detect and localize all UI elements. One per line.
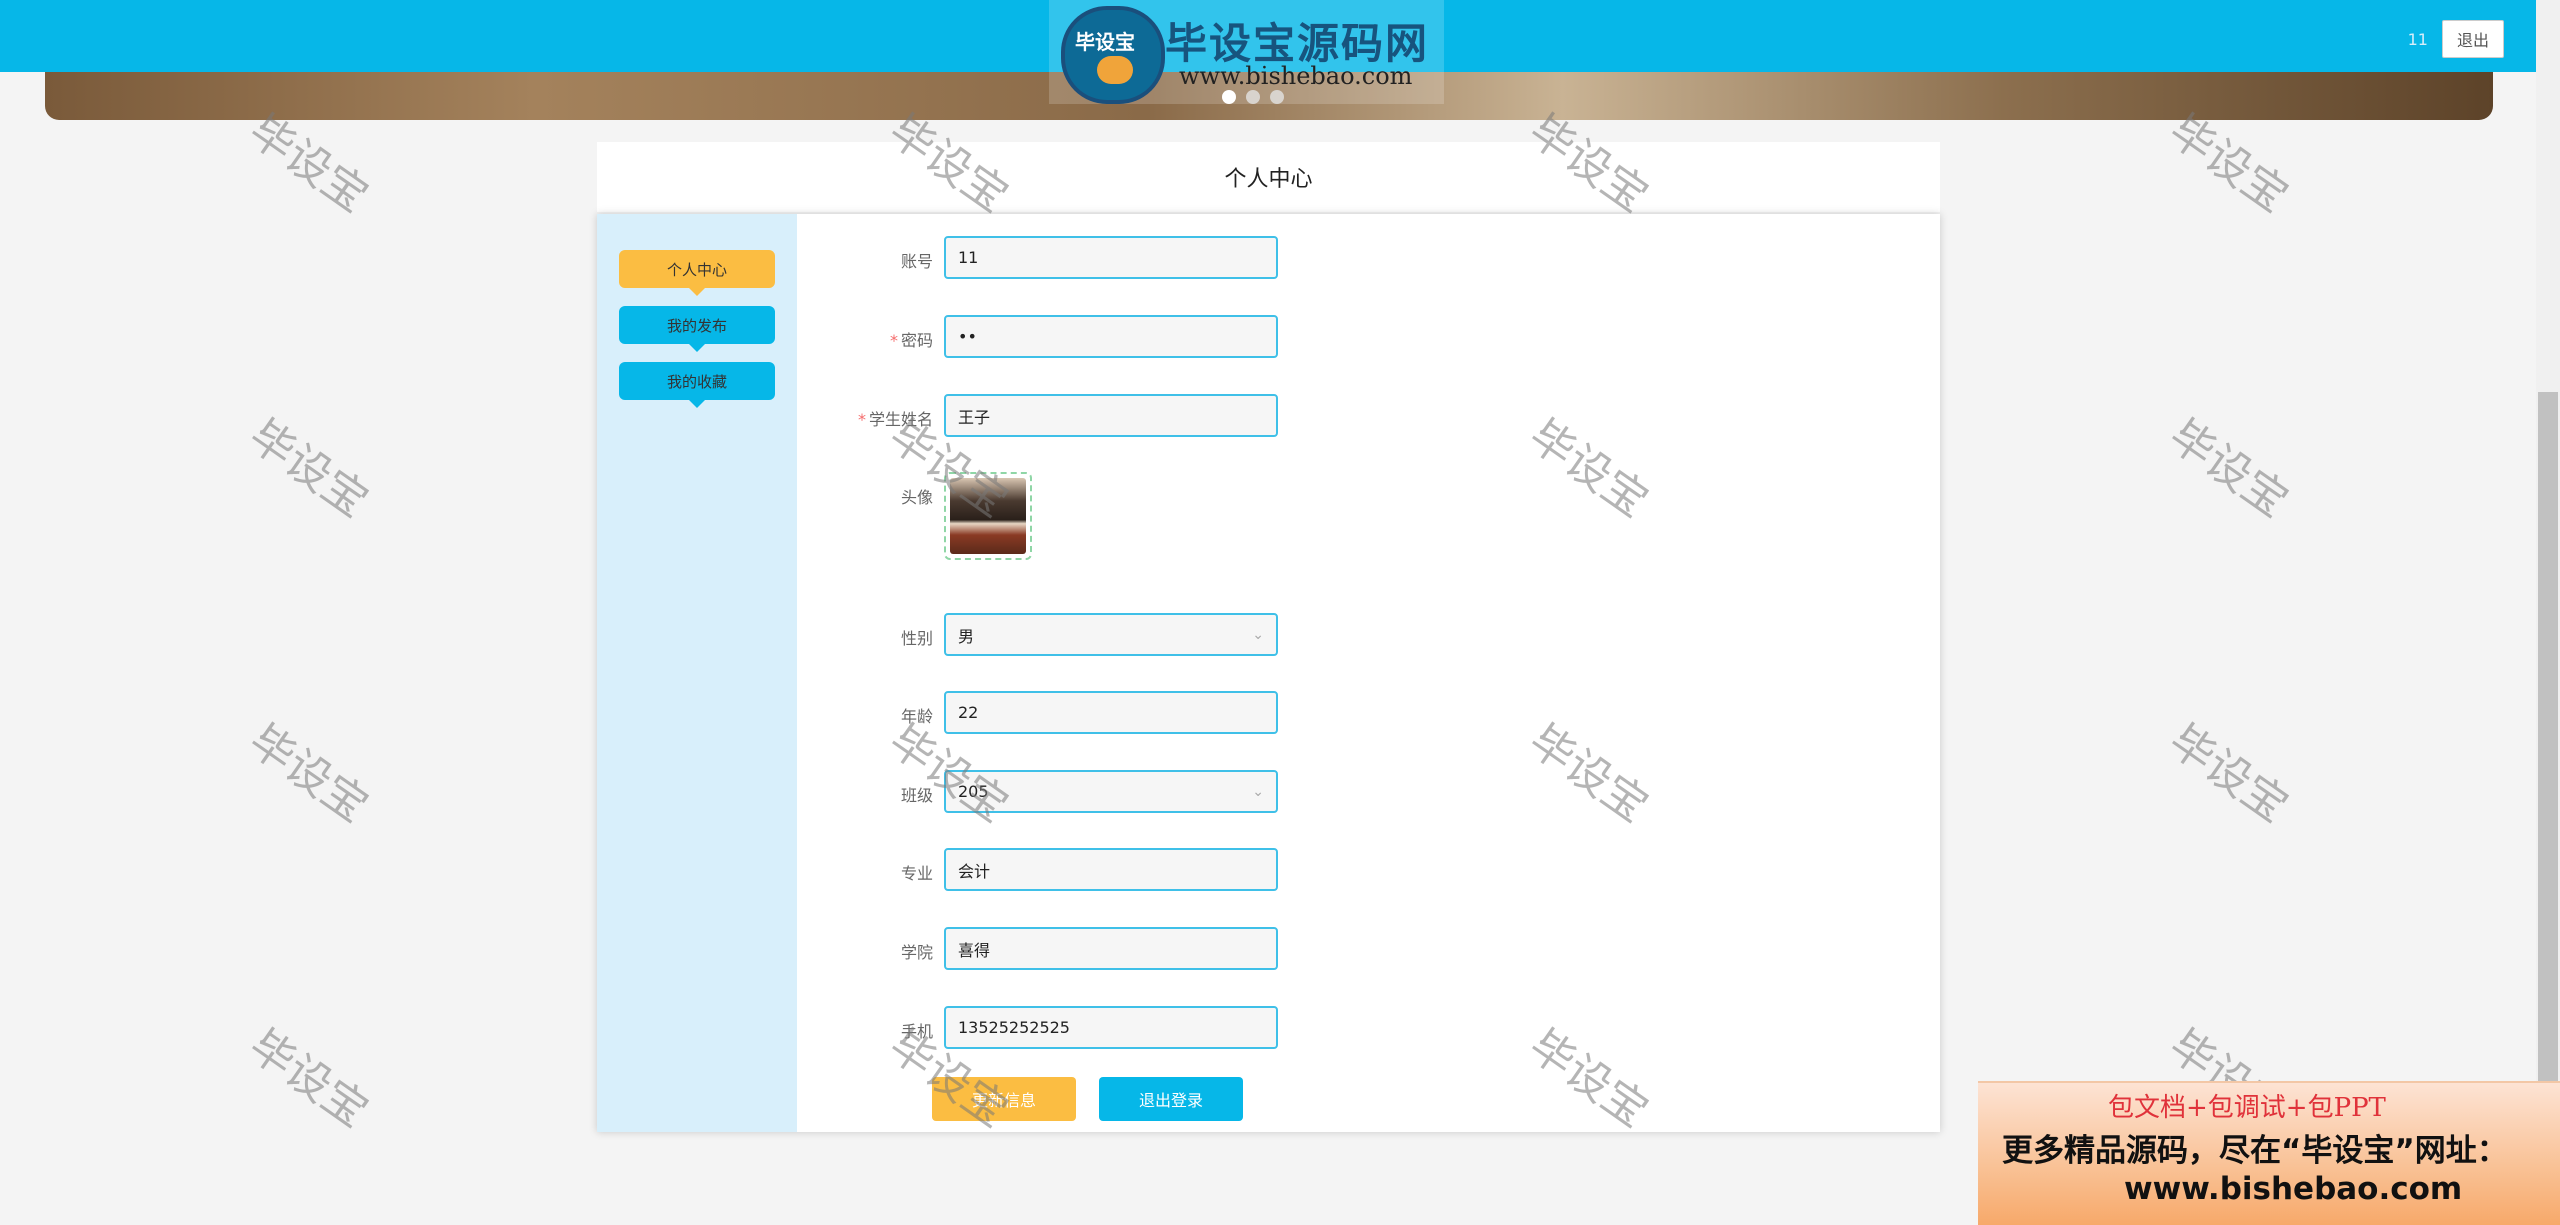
logo-url: www.bishebao.com [1179, 62, 1413, 90]
site-logo[interactable]: 毕设宝 毕设宝源码网 www.bishebao.com [1049, 0, 1444, 104]
chevron-down-icon: ⌄ [1252, 783, 1264, 800]
phone-label: 手机 [900, 1022, 933, 1041]
sidebar: 个人中心 我的发布 我的收藏 [597, 214, 797, 1132]
promo-banner[interactable]: 包文档+包调试+包PPT 更多精品源码，尽在“毕设宝”网址： www.bishe… [1978, 1081, 2560, 1225]
update-info-button[interactable]: 更新信息 [932, 1077, 1076, 1121]
watermark: 毕设宝 [2159, 714, 2298, 833]
promo-line-2: 更多精品源码，尽在“毕设宝”网址： [2002, 1133, 2508, 1169]
watermark: 毕设宝 [239, 1019, 378, 1138]
logout-button[interactable]: 退出 [2441, 20, 2504, 58]
watermark: 毕设宝 [2159, 409, 2298, 528]
class-label: 班级 [900, 786, 933, 805]
student-name-input[interactable]: 王子 [944, 394, 1278, 437]
password-label: 密码 [900, 331, 933, 350]
student-name-label: 学生姓名 [868, 410, 933, 429]
logout-account-button[interactable]: 退出登录 [1099, 1077, 1243, 1121]
account-input[interactable]: 11 [944, 236, 1278, 279]
profile-card: 个人中心 我的发布 我的收藏 账号 11 * 密码 •• * 学生姓名 王子 头像 … [597, 214, 1940, 1132]
gender-select[interactable]: 男 ⌄ [944, 613, 1278, 656]
major-label: 专业 [900, 864, 933, 883]
age-label: 年龄 [900, 707, 933, 726]
avatar-image [950, 478, 1026, 554]
sidebar-item-profile[interactable]: 个人中心 [619, 250, 775, 296]
gender-label: 性别 [900, 629, 933, 648]
phone-input[interactable]: 13525252525 [944, 1006, 1278, 1049]
user-area: 11 退出 [2408, 20, 2504, 58]
username: 11 [2407, 29, 2428, 49]
sidebar-item-favorites[interactable]: 我的收藏 [619, 362, 775, 408]
gender-value: 男 [958, 626, 975, 646]
major-input[interactable]: 会计 [944, 848, 1278, 891]
chevron-down-icon: ⌄ [1252, 626, 1264, 643]
class-value: 205 [958, 782, 989, 801]
password-input[interactable]: •• [944, 315, 1278, 358]
password-label-wrap: * 密码 [783, 327, 933, 351]
scrollbar[interactable] [2536, 0, 2560, 1223]
watermark: 毕设宝 [239, 714, 378, 833]
page-title: 个人中心 [1224, 167, 1313, 192]
required-mark: * [889, 331, 898, 350]
college-label: 学院 [900, 943, 933, 962]
mascot-face-icon [1097, 56, 1133, 84]
account-label: 账号 [900, 252, 933, 271]
logo-mascot-icon: 毕设宝 [1061, 6, 1165, 104]
promo-line-1: 包文档+包调试+包PPT [2108, 1093, 2386, 1123]
sidebar-item-my-posts[interactable]: 我的发布 [619, 306, 775, 352]
college-input[interactable]: 喜得 [944, 927, 1278, 970]
avatar-label: 头像 [900, 488, 933, 507]
class-select[interactable]: 205 ⌄ [944, 770, 1278, 813]
avatar-uploader[interactable] [944, 472, 1032, 560]
required-mark: * [857, 410, 866, 429]
logo-mascot-label: 毕设宝 [1075, 30, 1135, 54]
watermark: 毕设宝 [239, 409, 378, 528]
promo-url: www.bishebao.com [2124, 1171, 2463, 1207]
scrollbar-thumb[interactable] [2538, 392, 2558, 1082]
page-title-bar: 个人中心 [597, 142, 1940, 212]
age-input[interactable]: 22 [944, 691, 1278, 734]
student-name-label-wrap: * 学生姓名 [783, 406, 933, 430]
